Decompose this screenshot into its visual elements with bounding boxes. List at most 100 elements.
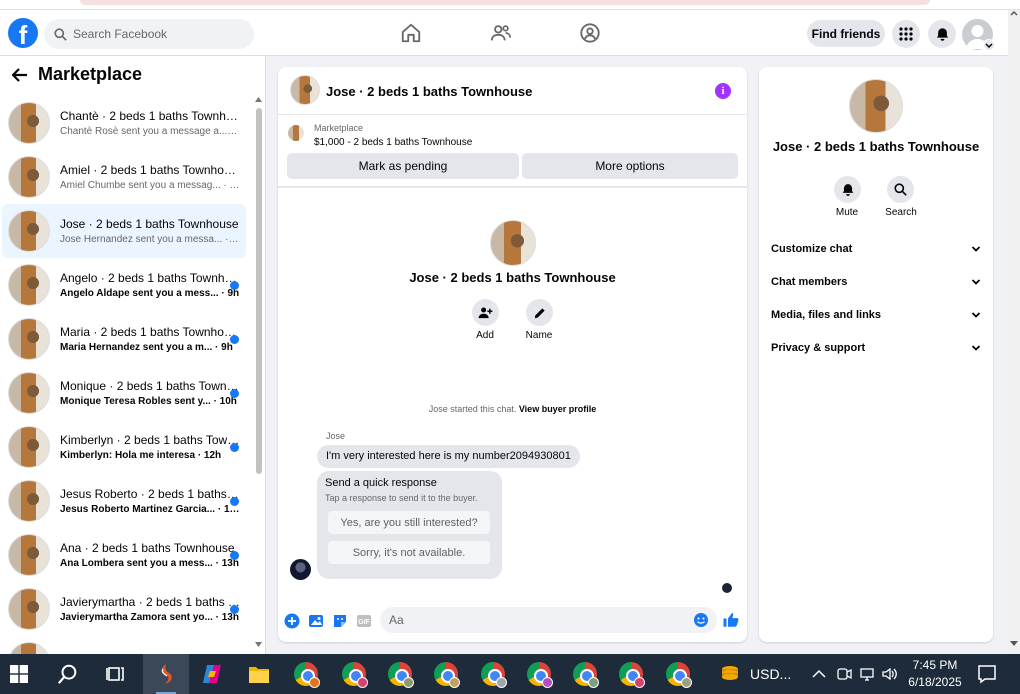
conversation-time: · 12h [197,450,222,461]
task-view-icon[interactable] [100,658,132,690]
chrome-icon[interactable] [430,658,462,690]
mark-pending-button[interactable]: Mark as pending [287,153,519,179]
browser-address-area[interactable] [80,0,930,5]
plus-icon[interactable] [284,613,300,629]
conversation-preview: Chantè Rosè sent you a message a... · 4h [60,126,240,137]
quick-response-sorry-button[interactable]: Sorry, it's not available. [328,541,490,564]
chevron-down-icon [971,310,981,320]
account-chevron-icon[interactable] [983,39,995,51]
home-icon[interactable] [400,22,422,44]
notifications-bell-icon[interactable] [928,20,956,48]
conversation-item[interactable]: Maria · 2 beds 1 baths Townhouse Maria He… [2,312,246,366]
conversation-item[interactable]: Amiel · 2 beds 1 baths Townhouse Amiel Ch… [2,150,246,204]
file-explorer-icon[interactable] [243,658,275,690]
back-arrow-icon[interactable] [12,67,28,83]
mute-label: Mute [835,207,859,218]
profile-badge [496,677,507,688]
notification-center-icon[interactable] [971,658,1003,690]
conversation-item[interactable]: Jose · 2 beds 1 baths Townhouse Jose Hern… [2,204,246,258]
section-label: Privacy & support [771,341,866,354]
facebook-logo[interactable]: f [8,18,38,48]
quick-response-subtitle: Tap a response to send it to the buyer. [325,493,478,503]
listing-thumbnail[interactable] [288,125,304,141]
unread-dot [230,605,239,614]
windows-start-icon[interactable] [3,658,35,690]
conversation-title: Chantè · 2 beds 1 baths Townhouse [60,109,240,123]
scrollbar-thumb[interactable] [256,108,262,474]
conversation-time: · 6h [223,180,240,191]
chrome-icon[interactable] [477,658,509,690]
friends-icon[interactable] [490,22,512,44]
section-customize-chat[interactable]: Customize chat [759,232,993,265]
conversation-item[interactable]: Chantè · 2 beds 1 baths Townhouse Chantè … [2,96,246,150]
listing-avatar [8,318,50,360]
conversation-scrollbar[interactable] [254,96,263,648]
photo-icon[interactable] [308,613,324,629]
unread-dot [230,389,239,398]
conversation-item[interactable]: Angelo · 2 beds 1 baths Townhouse Angelo … [2,258,246,312]
message-bubble[interactable]: I'm very interested here is my number209… [317,445,580,468]
chat-avatar[interactable] [290,75,320,105]
conversation-item[interactable]: Mary · 2 beds 1 baths Townhouse [2,636,246,654]
conversation-item[interactable]: Monique · 2 beds 1 baths Townhouse Moniqu… [2,366,246,420]
conversation-list: Chantè · 2 beds 1 baths Townhouse Chantè … [2,96,246,654]
volume-icon[interactable] [874,658,906,690]
conversation-item[interactable]: Kimberlyn · 2 beds 1 baths Townhouse Kimb… [2,420,246,474]
thumbs-up-icon[interactable] [722,611,739,627]
conversation-item[interactable]: Javierymartha · 2 beds 1 baths Townhouse… [2,582,246,636]
info-panel-avatar[interactable] [849,79,903,133]
listing-avatar [8,480,50,522]
listing-price-title[interactable]: $1,000 - 2 beds 1 baths Townhouse [314,137,472,148]
section-privacy-support[interactable]: Privacy & support [759,331,993,364]
groups-icon[interactable] [579,22,601,44]
more-options-button[interactable]: More options [522,153,738,179]
chrome-icon[interactable] [523,658,555,690]
conversation-time: · 13h [217,504,240,515]
mute-bell-icon[interactable] [834,176,861,203]
gif-icon[interactable]: GIF [356,613,372,629]
search-input[interactable] [73,27,243,41]
unread-dot [230,497,239,506]
windows-taskbar: USD... 7:45 PM 6/18/2025 [0,654,1020,694]
section-media-files-links[interactable]: Media, files and links [759,298,993,331]
chrome-icon[interactable] [662,658,694,690]
conversation-text: Jesus Roberto · 2 beds 1 baths Townhouse… [60,487,240,515]
system-clock[interactable]: 7:45 PM 6/18/2025 [905,657,965,691]
conversation-title: Monique · 2 beds 1 baths Townhouse [60,379,240,393]
search-chat-icon[interactable] [887,176,914,203]
chrome-icon[interactable] [290,658,322,690]
find-friends-button[interactable]: Find friends [807,20,885,47]
section-chat-members[interactable]: Chat members [759,265,993,298]
chrome-icon[interactable] [615,658,647,690]
add-person-icon[interactable] [472,299,499,326]
taskbar-search-icon[interactable] [52,658,84,690]
listing-avatar [8,534,50,576]
view-buyer-profile-link[interactable]: View buyer profile [519,404,596,414]
chrome-icon[interactable] [569,658,601,690]
chat-info-panel: Jose · 2 beds 1 baths Townhouse Mute Sea… [759,67,993,642]
copilot-icon[interactable] [196,658,228,690]
quick-response-yes-button[interactable]: Yes, are you still interested? [328,511,490,534]
conversation-item[interactable]: Ana · 2 beds 1 baths Townhouse Ana Lomber… [2,528,246,582]
info-icon[interactable]: i [715,83,731,99]
quick-response-title: Send a quick response [325,477,437,489]
menu-grid-icon[interactable] [892,20,920,48]
chrome-icon[interactable] [384,658,416,690]
sticker-icon[interactable] [332,613,348,629]
message-input[interactable] [380,607,717,633]
conversation-text: Amiel · 2 beds 1 baths Townhouse Amiel Ch… [60,163,240,191]
chrome-icon[interactable] [338,658,370,690]
conversation-snippet: Monique Teresa Robles sent y... [60,396,211,407]
profile-avatar[interactable] [490,220,536,266]
app-icon-red[interactable] [150,658,182,690]
sender-avatar[interactable] [290,559,311,580]
edit-name-icon[interactable] [526,299,553,326]
currency-widget-text[interactable]: USD... [750,666,791,682]
conversation-snippet: Kimberlyn: Hola me interesa [60,450,196,461]
page-scrollbar[interactable] [1008,10,1020,654]
currency-coins-icon[interactable] [714,658,746,690]
emoji-icon[interactable] [693,612,709,628]
chat-title[interactable]: Jose · 2 beds 1 baths Townhouse [326,84,532,99]
conversation-item[interactable]: Jesus Roberto · 2 beds 1 baths Townhouse… [2,474,246,528]
search-box[interactable] [44,19,254,49]
